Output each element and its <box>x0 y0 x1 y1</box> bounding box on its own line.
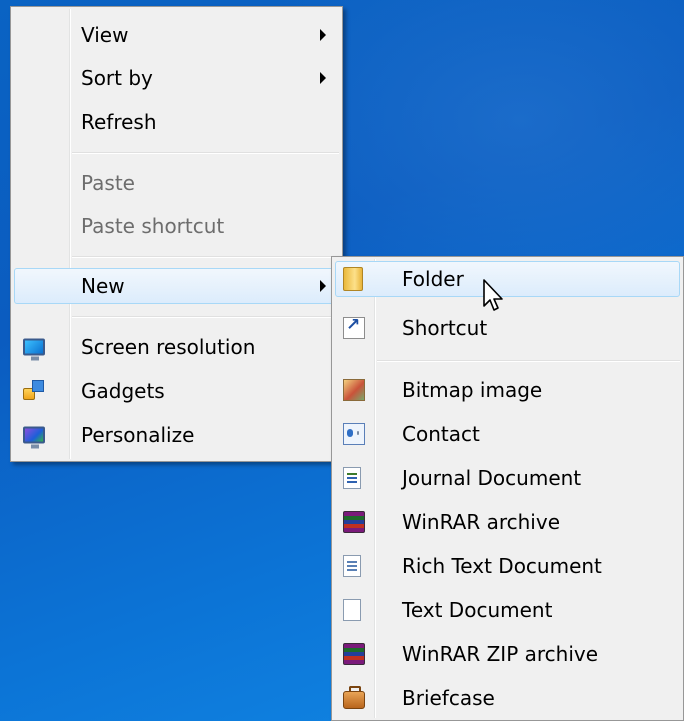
menu-item-label: View <box>81 23 129 47</box>
menu-item-view[interactable]: View <box>14 17 339 53</box>
folder-icon <box>343 267 363 291</box>
submenu-item-bitmap-image[interactable]: Bitmap image <box>335 372 680 408</box>
menu-item-label: Screen resolution <box>81 335 256 359</box>
new-submenu: Folder Shortcut Bitmap image Contact Jou… <box>331 256 684 721</box>
screen-resolution-icon <box>23 338 45 361</box>
menu-item-label: Personalize <box>81 423 195 447</box>
menu-item-label: Paste <box>81 171 135 195</box>
submenu-item-rich-text-document[interactable]: Rich Text Document <box>335 548 680 584</box>
menu-item-refresh[interactable]: Refresh <box>14 104 339 140</box>
menu-item-label: WinRAR ZIP archive <box>402 642 599 666</box>
contact-icon <box>343 423 365 445</box>
submenu-arrow-icon <box>320 280 326 292</box>
menu-item-label: Rich Text Document <box>402 554 602 578</box>
menu-separator <box>377 360 680 361</box>
menu-item-label: Bitmap image <box>402 378 543 402</box>
menu-item-label: Sort by <box>81 66 153 90</box>
menu-item-label: WinRAR archive <box>402 510 560 534</box>
journal-document-icon <box>343 467 361 489</box>
menu-item-label: Folder <box>402 267 464 291</box>
menu-separator <box>72 256 339 257</box>
submenu-item-winrar-zip-archive[interactable]: WinRAR ZIP archive <box>335 636 680 672</box>
text-document-icon <box>343 599 361 621</box>
menu-item-label: New <box>81 274 125 298</box>
submenu-item-winrar-archive[interactable]: WinRAR archive <box>335 504 680 540</box>
menu-item-label: Refresh <box>81 110 157 134</box>
submenu-arrow-icon <box>320 29 326 41</box>
menu-item-paste-shortcut: Paste shortcut <box>14 208 339 244</box>
menu-item-label: Paste shortcut <box>81 214 225 238</box>
menu-item-screen-resolution[interactable]: Screen resolution <box>14 329 339 365</box>
winrar-archive-icon <box>343 511 365 533</box>
menu-item-label: Briefcase <box>402 686 495 710</box>
submenu-item-journal-document[interactable]: Journal Document <box>335 460 680 496</box>
menu-item-label: Gadgets <box>81 379 165 403</box>
bitmap-image-icon <box>343 379 365 401</box>
menu-item-new[interactable]: New <box>14 268 339 304</box>
submenu-item-briefcase[interactable]: Briefcase <box>335 680 680 716</box>
desktop-context-menu: View Sort by Refresh Paste Paste shortcu… <box>10 6 343 462</box>
winrar-zip-archive-icon <box>343 643 365 665</box>
rich-text-document-icon <box>343 555 361 577</box>
personalize-icon <box>23 426 45 449</box>
menu-separator <box>72 152 339 153</box>
menu-item-sort-by[interactable]: Sort by <box>14 60 339 96</box>
submenu-item-contact[interactable]: Contact <box>335 416 680 452</box>
menu-item-label: Contact <box>402 422 480 446</box>
mouse-cursor-icon <box>483 279 503 311</box>
submenu-item-text-document[interactable]: Text Document <box>335 592 680 628</box>
gadgets-icon <box>23 379 44 400</box>
menu-item-gadgets[interactable]: Gadgets <box>14 373 339 409</box>
menu-item-label: Shortcut <box>402 316 488 340</box>
menu-item-label: Journal Document <box>402 466 582 490</box>
briefcase-icon <box>343 685 365 709</box>
shortcut-icon <box>343 315 365 339</box>
submenu-arrow-icon <box>320 72 326 84</box>
menu-item-paste: Paste <box>14 165 339 201</box>
menu-separator <box>72 316 339 317</box>
menu-item-label: Text Document <box>402 598 553 622</box>
menu-item-personalize[interactable]: Personalize <box>14 417 339 453</box>
submenu-item-shortcut[interactable]: Shortcut <box>335 310 680 346</box>
